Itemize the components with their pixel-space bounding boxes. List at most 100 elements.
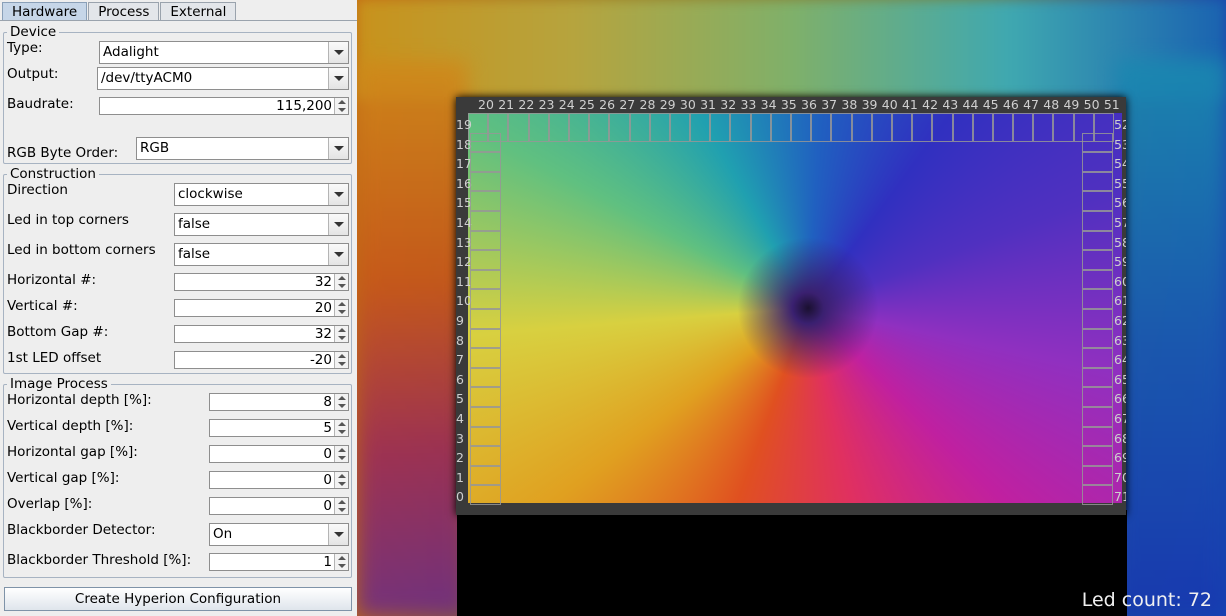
led-cell-right: [1082, 485, 1113, 505]
led-cell-right: [1082, 387, 1113, 407]
led-number-left: 3: [456, 430, 464, 446]
led-number-top: 33: [740, 97, 757, 112]
led-cell-top: [669, 113, 691, 142]
blackborder-detector-select[interactable]: On: [209, 523, 349, 546]
output-select[interactable]: /dev/ttyACM0: [97, 67, 349, 90]
led-number-right: 57: [1114, 216, 1126, 230]
led-cell-left: [470, 132, 501, 153]
led-cell-right: [1082, 407, 1113, 427]
type-select[interactable]: Adalight: [99, 41, 349, 64]
led-number-right: 52: [1114, 118, 1126, 132]
led-offset-label: 1st LED offset: [7, 350, 102, 366]
spinner-arrows-icon[interactable]: [334, 472, 348, 488]
top-corners-select[interactable]: false: [174, 213, 349, 236]
tab-process[interactable]: Process: [88, 2, 160, 21]
led-cell-right: [1082, 289, 1113, 309]
led-cell-top: [932, 113, 953, 142]
led-number-left: 2: [456, 450, 464, 466]
spinner-arrows-icon[interactable]: [334, 554, 348, 570]
led-number-top: 40: [881, 97, 898, 112]
led-number-top: 24: [558, 97, 575, 112]
led-number-right: 56: [1114, 196, 1126, 211]
spinner-arrows-icon[interactable]: [334, 498, 348, 514]
led-number-left: 8: [456, 332, 464, 348]
create-configuration-button[interactable]: Create Hyperion Configuration: [4, 587, 352, 611]
direction-value: clockwise: [178, 186, 243, 202]
blackborder-threshold-spinner[interactable]: 1: [209, 553, 349, 571]
horizontal-gap-spinner[interactable]: 0: [209, 445, 349, 463]
bottom-corners-select[interactable]: false: [174, 243, 349, 266]
chevron-down-icon: [328, 138, 348, 159]
vertical-gap-value: 0: [323, 472, 332, 488]
chevron-down-icon: [328, 68, 348, 89]
led-cell-left: [470, 230, 501, 251]
spinner-arrows-icon[interactable]: [334, 98, 348, 114]
vertical-count-value: 20: [314, 300, 332, 316]
bottom-corners-label: Led in bottom corners: [7, 242, 156, 258]
led-number-top: 50: [1083, 97, 1100, 112]
led-number-top: 38: [841, 97, 858, 112]
led-number-right: 60: [1114, 274, 1126, 289]
preview-image: [468, 113, 1122, 503]
led-cell-left: [470, 407, 501, 427]
spinner-arrows-icon[interactable]: [334, 274, 348, 290]
led-cell-right: [1082, 465, 1113, 486]
baudrate-spinner[interactable]: 115,200: [99, 97, 349, 115]
led-cell-top: [690, 113, 711, 142]
led-cell-top: [609, 113, 630, 142]
led-number-left: 1: [456, 469, 464, 485]
led-offset-value: -20: [309, 352, 332, 368]
spinner-arrows-icon[interactable]: [334, 300, 348, 316]
led-number-right: 59: [1114, 255, 1126, 270]
led-cell-top: [891, 113, 913, 142]
horizontal-depth-label: Horizontal depth [%]:: [7, 392, 152, 408]
rgb-order-select[interactable]: RGB: [136, 137, 349, 160]
led-cell-left: [470, 152, 501, 172]
led-cell-left: [470, 348, 501, 368]
led-cell-top: [750, 113, 771, 142]
spinner-arrows-icon[interactable]: [334, 326, 348, 342]
screen-frame: 20 21 22 23 24 25 26 27 28 29 30 31 32 33 34 35 36 37 38 39…: [456, 97, 1126, 515]
led-number-right: 63: [1114, 333, 1126, 348]
top-corners-value: false: [178, 216, 211, 232]
led-number-right: 70: [1114, 470, 1126, 485]
vertical-depth-label: Vertical depth [%]:: [7, 418, 134, 434]
led-number-top: 39: [861, 97, 878, 112]
led-number-top: 51: [1103, 97, 1120, 112]
horizontal-gap-label: Horizontal gap [%]:: [7, 444, 138, 460]
bottom-gap-spinner[interactable]: 32: [174, 325, 349, 343]
spinner-arrows-icon[interactable]: [334, 352, 348, 368]
vertical-depth-spinner[interactable]: 5: [209, 419, 349, 437]
led-cell-right: [1082, 269, 1113, 290]
bottom-gap-value: 32: [314, 326, 332, 342]
overlap-spinner[interactable]: 0: [209, 497, 349, 515]
direction-select[interactable]: clockwise: [174, 183, 349, 206]
output-value: /dev/ttyACM0: [101, 70, 193, 86]
led-cell-top: [629, 113, 650, 142]
spinner-arrows-icon[interactable]: [334, 394, 348, 410]
type-label: Type:: [7, 40, 43, 56]
horizontal-depth-spinner[interactable]: 8: [209, 393, 349, 411]
overlap-label: Overlap [%]:: [7, 496, 93, 512]
led-number-right: 66: [1114, 392, 1126, 407]
led-cell-right: [1082, 250, 1113, 270]
spinner-arrows-icon[interactable]: [334, 446, 348, 462]
bottom-shadow: [457, 510, 1127, 616]
tab-hardware[interactable]: Hardware: [2, 2, 88, 21]
horizontal-count-spinner[interactable]: 32: [174, 273, 349, 291]
led-number-top: 26: [599, 97, 616, 112]
tab-external[interactable]: External: [160, 2, 237, 21]
led-cell-top: [831, 113, 852, 142]
led-number-right: 62: [1114, 314, 1126, 328]
vertical-count-spinner[interactable]: 20: [174, 299, 349, 317]
vertical-gap-spinner[interactable]: 0: [209, 471, 349, 489]
led-number-right: 64: [1114, 353, 1126, 368]
led-cell-right: [1082, 348, 1113, 368]
led-number-top: 29: [659, 97, 676, 112]
spinner-arrows-icon[interactable]: [334, 420, 348, 436]
led-cell-top: [912, 113, 933, 142]
led-number-top: 35: [780, 97, 797, 112]
led-cell-top: [508, 113, 529, 142]
led-cell-left: [470, 171, 501, 192]
led-offset-spinner[interactable]: -20: [174, 351, 349, 369]
